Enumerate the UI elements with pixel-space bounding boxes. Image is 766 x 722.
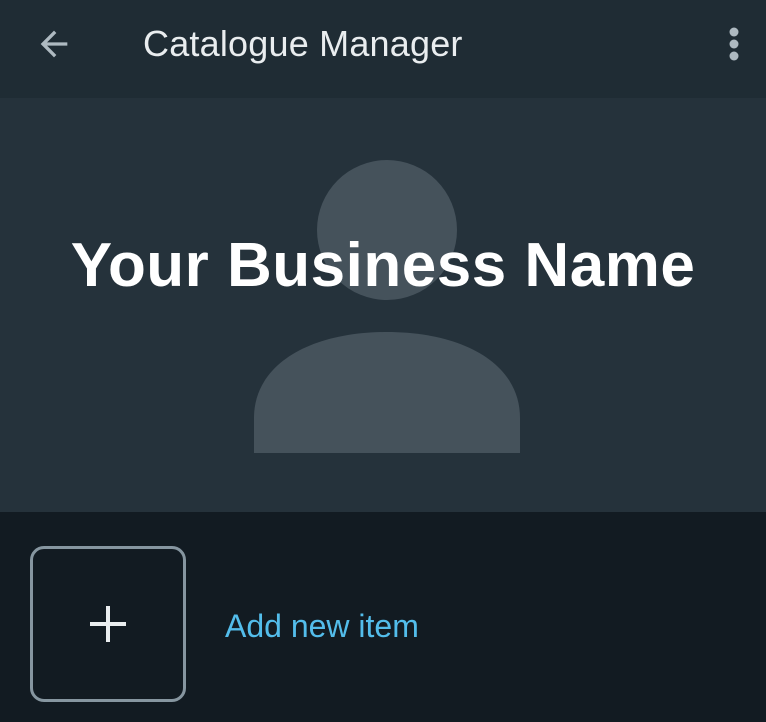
top-app-bar: Catalogue Manager bbox=[0, 0, 766, 98]
add-item-tile[interactable] bbox=[30, 546, 186, 702]
add-new-item-link[interactable]: Add new item bbox=[225, 608, 419, 645]
business-name: Your Business Name bbox=[70, 231, 696, 300]
person-silhouette-icon bbox=[254, 160, 520, 453]
back-button[interactable] bbox=[26, 22, 82, 66]
business-cover: Your Business Name bbox=[0, 98, 766, 512]
more-options-button[interactable] bbox=[712, 20, 756, 68]
more-vertical-icon bbox=[729, 27, 739, 61]
page-title: Catalogue Manager bbox=[143, 23, 463, 64]
plus-icon bbox=[90, 606, 126, 642]
arrow-left-icon bbox=[40, 30, 68, 58]
catalogue-manager-screen: Catalogue Manager Your Business Name Add… bbox=[0, 0, 766, 722]
add-new-item-row[interactable]: Add new item bbox=[0, 512, 766, 722]
